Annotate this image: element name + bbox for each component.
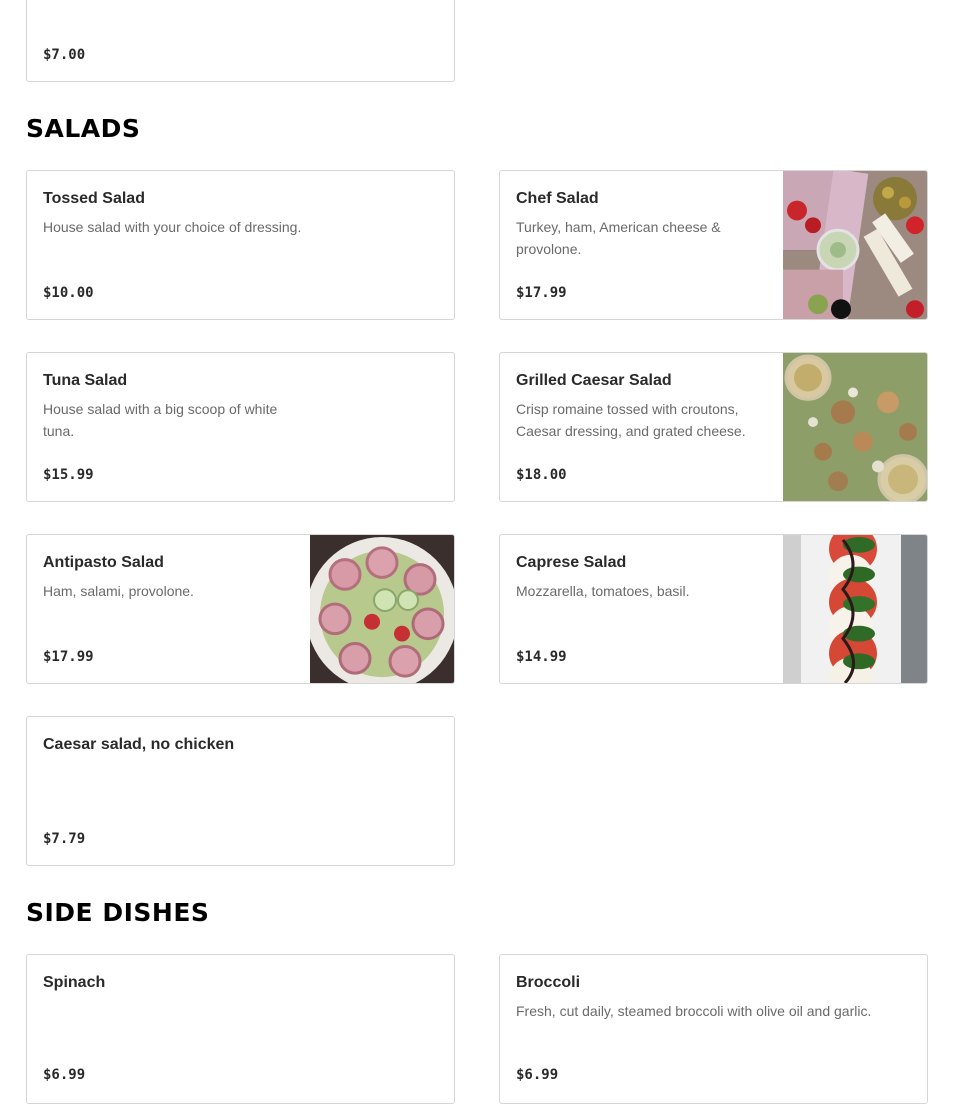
caprese-salad-photo: [783, 535, 927, 683]
menu-item-name: Caesar salad, no chicken: [43, 736, 235, 753]
menu-item-price: $17.99: [516, 285, 567, 301]
menu-item-description: Turkey, ham, American cheese & provolone…: [516, 219, 721, 257]
menu-item-price: $15.99: [43, 467, 94, 483]
menu-item-description: House salad with a big scoop of white tu…: [43, 401, 278, 439]
menu-item-price: $7.79: [43, 831, 86, 847]
grilled-caesar-salad-photo: [783, 353, 927, 501]
menu-item-description: Crisp romaine tossed with croutons, Caes…: [516, 401, 746, 439]
menu-item-price: $10.00: [43, 285, 94, 301]
section-title-side-dishes: SIDE DISHES: [26, 898, 210, 927]
menu-item-card[interactable]: Grilled Caesar Salad Crisp romaine tosse…: [499, 352, 928, 502]
menu-item-card[interactable]: Chef Salad Turkey, ham, American cheese …: [499, 170, 928, 320]
menu-item-price: $17.99: [43, 649, 94, 665]
menu-item-description: Mozzarella, tomatoes, basil.: [516, 583, 690, 599]
section-title-salads: SALADS: [26, 114, 141, 143]
menu-item-name: Chef Salad: [516, 190, 599, 207]
menu-item-price: $7.00: [43, 47, 86, 63]
menu-item-card[interactable]: Caprese Salad Mozzarella, tomatoes, basi…: [499, 534, 928, 684]
menu-item-price: $18.00: [516, 467, 567, 483]
menu-item-name: Antipasto Salad: [43, 554, 164, 571]
menu-item-description: Ham, salami, provolone.: [43, 583, 194, 599]
menu-item-card[interactable]: $7.00: [26, 0, 455, 82]
menu-item-name: Spinach: [43, 974, 106, 991]
menu-item-description: Fresh, cut daily, steamed broccoli with …: [516, 1003, 872, 1019]
menu-item-card[interactable]: Broccoli Fresh, cut daily, steamed brocc…: [499, 954, 928, 1104]
menu-item-card[interactable]: Tossed Salad House salad with your choic…: [26, 170, 455, 320]
menu-item-card[interactable]: Antipasto Salad Ham, salami, provolone. …: [26, 534, 455, 684]
menu-item-price: $6.99: [516, 1067, 559, 1083]
menu-item-card[interactable]: Caesar salad, no chicken $7.79: [26, 716, 455, 866]
menu-item-name: Tossed Salad: [43, 190, 145, 207]
menu-item-card[interactable]: Spinach $6.99: [26, 954, 455, 1104]
menu-item-price: $6.99: [43, 1067, 86, 1083]
menu-item-name: Broccoli: [516, 974, 581, 991]
menu-item-description: House salad with your choice of dressing…: [43, 219, 302, 235]
menu-item-name: Tuna Salad: [43, 372, 128, 389]
menu-item-name: Caprese Salad: [516, 554, 627, 571]
chef-salad-photo: [783, 171, 927, 319]
menu-item-price: $14.99: [516, 649, 567, 665]
antipasto-salad-photo: [310, 535, 454, 683]
menu-item-card[interactable]: Tuna Salad House salad with a big scoop …: [26, 352, 455, 502]
menu-item-name: Grilled Caesar Salad: [516, 372, 672, 389]
